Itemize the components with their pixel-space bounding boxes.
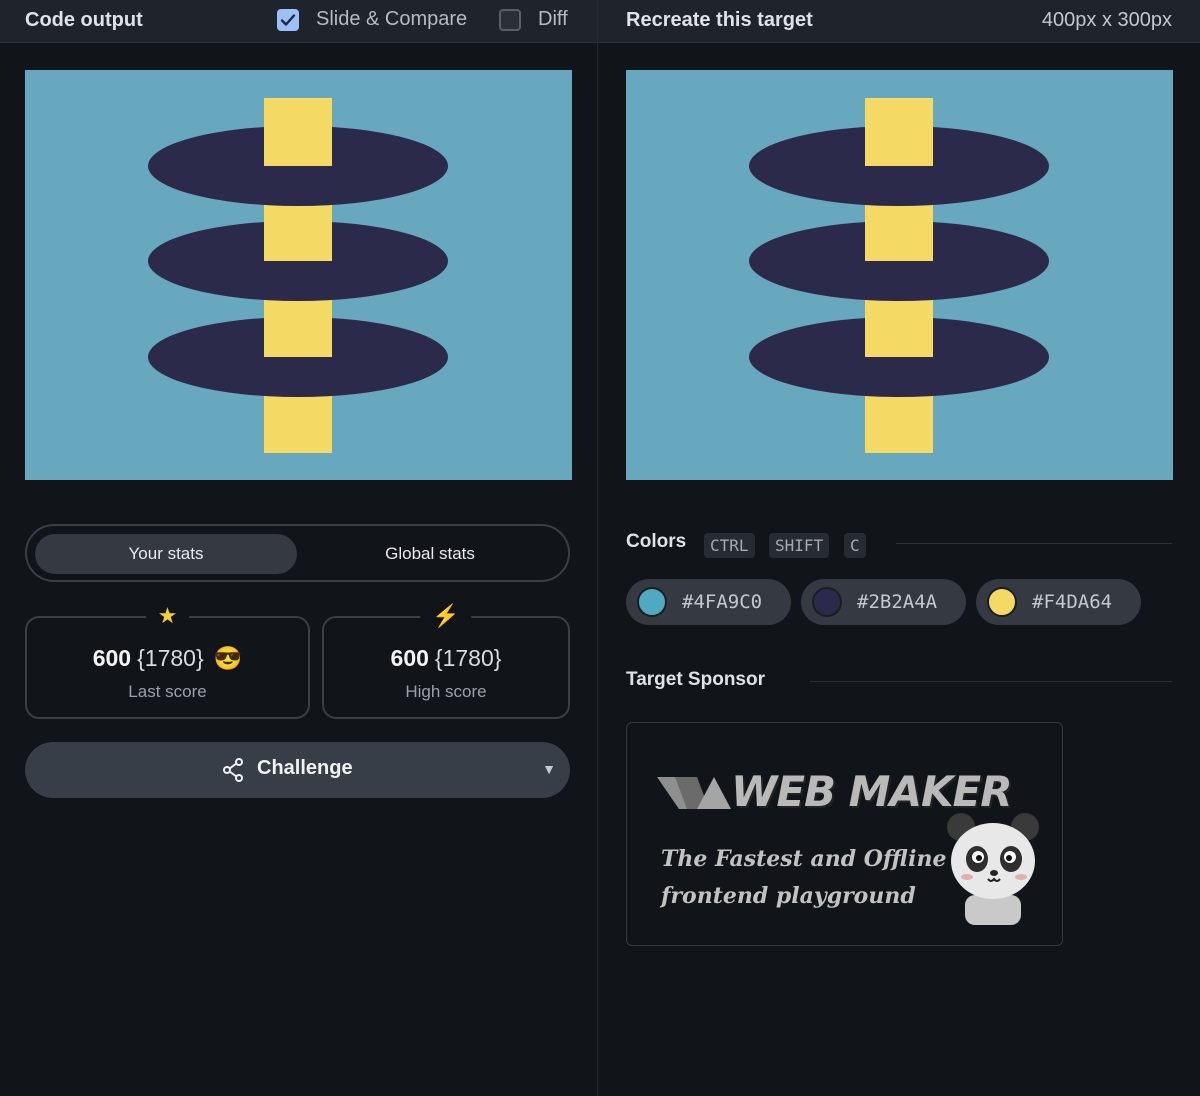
last-score-total: {1780} <box>137 645 204 671</box>
color-hex: #4FA9C0 <box>682 591 763 613</box>
target-header: Recreate this target 400px x 300px <box>598 0 1200 43</box>
last-score-number: 600 <box>92 645 132 671</box>
web-maker-logo-icon <box>657 777 731 809</box>
checkbox-checked-icon[interactable] <box>277 8 299 31</box>
challenge-button[interactable]: Challenge ▼ <box>25 742 570 798</box>
bar-segment-4 <box>865 397 933 453</box>
color-dot <box>987 587 1017 617</box>
last-score-label: Last score <box>128 682 207 701</box>
sunglasses-emoji-icon: 😎 <box>213 645 243 671</box>
bar-segment-3 <box>264 301 332 357</box>
chevron-down-icon[interactable]: ▼ <box>542 761 556 777</box>
target-panel: Recreate this target 400px x 300px Color… <box>598 0 1200 1096</box>
bar-segment-3 <box>865 301 933 357</box>
bar-segment-2 <box>264 206 332 261</box>
tab-global-stats[interactable]: Global stats <box>299 534 561 574</box>
sponsor-tagline-1: The Fastest and Offline <box>661 846 947 872</box>
sponsor-tagline-2: frontend playground <box>661 883 916 909</box>
colors-divider <box>896 543 1172 544</box>
slide-compare-label: Slide & Compare <box>316 8 468 30</box>
sponsor-divider <box>810 681 1172 682</box>
color-swatch-blue[interactable]: #4FA9C0 <box>626 579 791 625</box>
high-score-card: ⚡ 600 {1780} High score <box>322 602 570 719</box>
code-output-panel: Code output Slide & Compare Diff Your st… <box>0 0 597 1096</box>
high-score-number: 600 <box>390 645 429 671</box>
color-dot <box>637 587 667 617</box>
target-art <box>749 98 1049 453</box>
high-score-value: 600 {1780} <box>324 645 568 672</box>
color-dot <box>812 587 842 617</box>
star-icon: ★ <box>145 602 190 630</box>
code-output-title: Code output <box>25 9 143 31</box>
panda-mascot-icon <box>947 813 1039 925</box>
slide-compare-toggle[interactable]: Slide & Compare <box>277 8 467 31</box>
kbd-shift: SHIFT <box>769 533 830 558</box>
lightning-icon: ⚡ <box>420 602 472 630</box>
high-score-total: {1780} <box>434 645 502 671</box>
code-output-preview[interactable] <box>25 70 572 480</box>
kbd-ctrl: CTRL <box>704 533 755 558</box>
bar-segment-2 <box>865 206 933 261</box>
color-hex: #F4DA64 <box>1032 591 1113 613</box>
target-title: Recreate this target <box>626 9 813 31</box>
challenge-label: Challenge <box>257 757 353 779</box>
code-output-header: Code output Slide & Compare Diff <box>0 0 597 43</box>
target-dimensions: 400px x 300px <box>1041 9 1172 31</box>
last-score-value: 600 {1780} 😎 <box>27 645 308 672</box>
bar-segment-4 <box>264 397 332 453</box>
target-preview <box>626 70 1173 480</box>
colors-title: Colors <box>626 531 687 552</box>
bar-segment-1 <box>264 98 332 166</box>
last-score-card: ★ 600 {1780} 😎 Last score <box>25 602 310 719</box>
stats-tab-switcher: Your stats Global stats <box>25 524 570 582</box>
checkbox-unchecked-icon[interactable] <box>499 8 521 31</box>
output-art <box>148 98 448 453</box>
share-icon <box>223 758 243 782</box>
high-score-label: High score <box>405 682 487 701</box>
sponsor-banner[interactable]: WEB MAKER The Fastest and Offline fronte… <box>626 722 1063 946</box>
kbd-c: C <box>844 533 866 558</box>
bar-segment-1 <box>865 98 933 166</box>
diff-label: Diff <box>538 8 568 30</box>
color-hex: #2B2A4A <box>857 591 938 613</box>
color-swatch-yellow[interactable]: #F4DA64 <box>976 579 1141 625</box>
tab-your-stats[interactable]: Your stats <box>35 534 297 574</box>
diff-toggle[interactable]: Diff <box>499 8 568 31</box>
color-swatch-navy[interactable]: #2B2A4A <box>801 579 966 625</box>
sponsor-title: Target Sponsor <box>626 669 765 690</box>
